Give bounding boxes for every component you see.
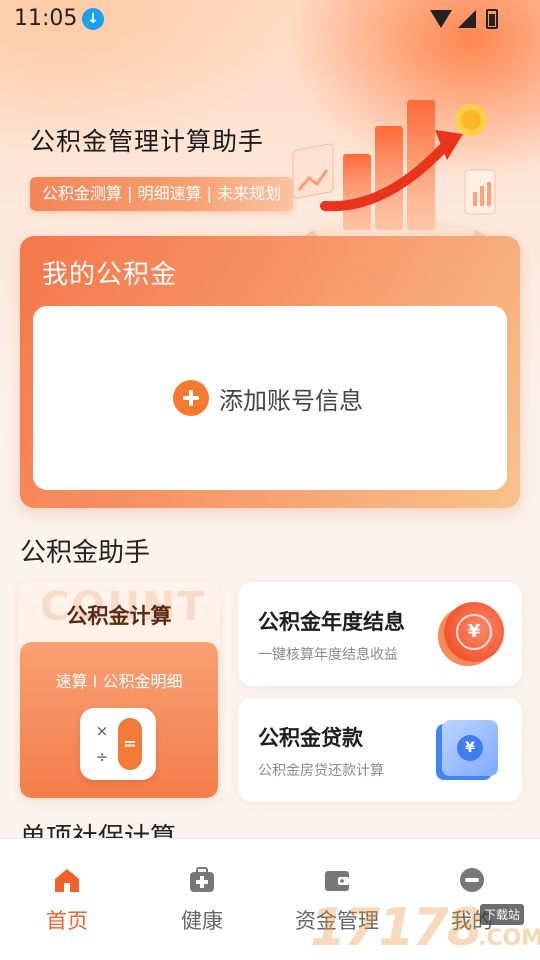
- site-watermark-com: .COM: [478, 926, 540, 951]
- my-fund-title: 我的公积金: [42, 260, 178, 290]
- slogan-badge: 公积金测算 | 明细速算 | 未来规划: [30, 177, 294, 211]
- fund-loan-subtitle: 公积金房贷还款计算: [258, 763, 384, 779]
- status-bar: 11:05 ↓: [0, 0, 540, 38]
- wallet-icon: [322, 865, 352, 895]
- signal-icon: [458, 10, 476, 28]
- year-settlement-subtitle: 一键核算年度结息收益: [258, 647, 398, 663]
- bottom-nav: 首页 健康 资金管理 我的: [0, 838, 540, 960]
- equals-symbol: =: [118, 718, 142, 770]
- yuan-wallet-icon: ¥: [442, 720, 498, 776]
- yuan-coin-icon: ¥: [444, 602, 504, 662]
- medical-kit-icon: [187, 865, 217, 895]
- yuan-symbol: ¥: [456, 614, 492, 650]
- site-watermark-tag: 下载站: [480, 904, 525, 925]
- nav-home-label: 首页: [46, 909, 88, 933]
- add-account-button[interactable]: 添加账号信息: [173, 378, 363, 418]
- divide-symbol: ÷: [95, 748, 109, 766]
- nav-home[interactable]: 首页: [12, 865, 122, 935]
- nav-health-label: 健康: [181, 909, 223, 933]
- year-settlement-card[interactable]: 公积金年度结息 一键核算年度结息收益 ¥: [238, 582, 522, 686]
- home-icon: [52, 865, 82, 895]
- calculator-icon: × ÷ =: [80, 708, 156, 780]
- nav-fund-management-label: 资金管理: [295, 909, 379, 933]
- nav-fund-management[interactable]: 资金管理: [282, 865, 392, 935]
- nav-health[interactable]: 健康: [147, 865, 257, 935]
- calc-card-body: 速算 I 公积金明细 × ÷ =: [20, 642, 218, 798]
- social-insurance-section-title: 单项社保计算: [20, 823, 177, 838]
- fund-calculator-card[interactable]: COUNT 公积金计算 速算 I 公积金明细 × ÷ =: [18, 582, 220, 800]
- battery-icon: [486, 9, 498, 29]
- user-icon: [457, 865, 487, 895]
- assistant-section-title: 公积金助手: [20, 538, 151, 568]
- status-time: 11:05: [14, 6, 78, 31]
- status-icons: [430, 8, 500, 30]
- download-icon: ↓: [82, 8, 104, 30]
- calc-card-subtitle: 速算 I 公积金明细: [55, 672, 183, 691]
- multiply-symbol: ×: [95, 722, 109, 740]
- fund-loan-card[interactable]: 公积金贷款 公积金房贷还款计算 ¥: [238, 698, 522, 802]
- wifi-icon: [430, 10, 452, 28]
- plus-circle-icon: [173, 380, 209, 416]
- calc-card-title: 公积金计算: [66, 604, 172, 628]
- add-account-label: 添加账号信息: [219, 386, 363, 415]
- year-settlement-title: 公积金年度结息: [258, 610, 405, 634]
- fund-account-panel: 添加账号信息: [33, 306, 507, 490]
- calc-ops: × ÷: [92, 718, 112, 770]
- my-fund-card: 我的公积金 添加账号信息: [20, 236, 520, 508]
- yuan-symbol: ¥: [457, 735, 483, 761]
- page-title: 公积金管理计算助手: [30, 127, 265, 156]
- fund-loan-title: 公积金贷款: [258, 726, 363, 750]
